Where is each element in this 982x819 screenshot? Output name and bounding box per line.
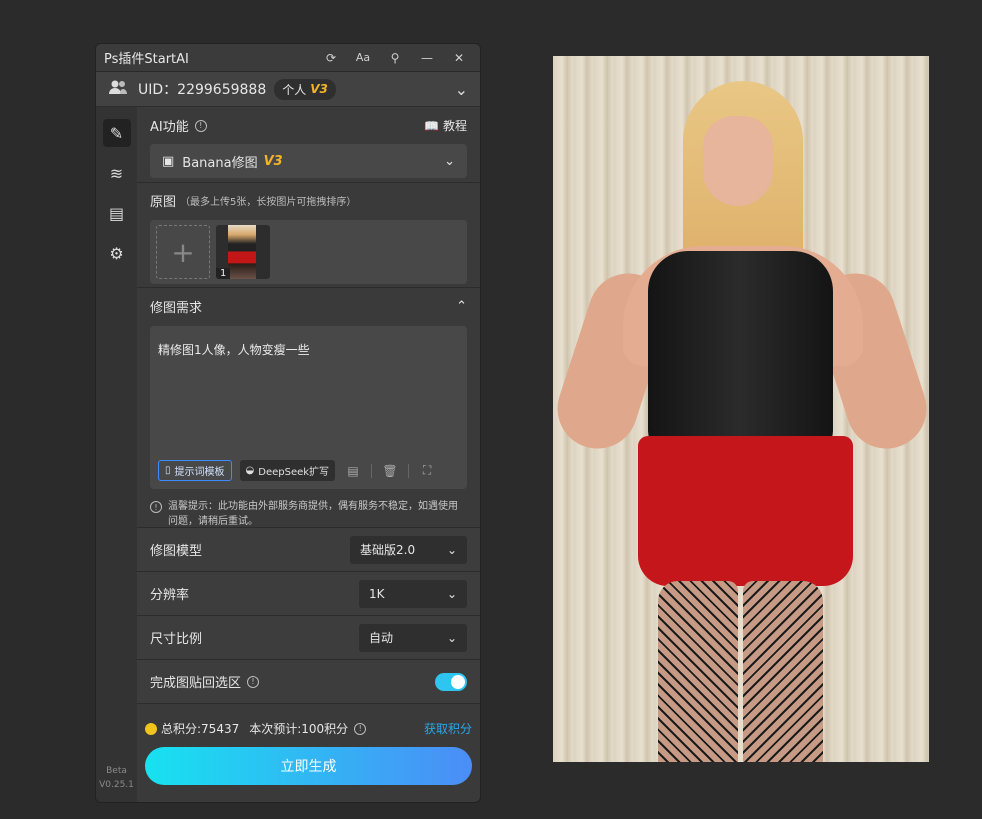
ai-function-label: AI功能 (150, 120, 189, 135)
prompt-template-button[interactable]: ▯ 提示词模板 (158, 460, 232, 481)
user-bar[interactable]: UID：2299659888 个人 V3 ⌄ (96, 72, 480, 107)
original-image-section: 原图 （最多上传5张，长按图片可拖拽排序） + 1 (137, 183, 480, 288)
image-upload-area: + 1 (150, 220, 467, 284)
users-icon (108, 79, 128, 99)
trash-icon[interactable]: 🗑 (380, 461, 400, 481)
paste-back-row: 完成图贴回选区 ! (137, 660, 480, 704)
edit-icon[interactable]: ✎ (102, 119, 131, 147)
image-icon: ▣ (162, 153, 175, 169)
model-row: 修图模型 基础版2.0 ⌄ (137, 528, 480, 572)
plan-version: V3 (310, 82, 328, 96)
chevron-down-icon: ⌄ (446, 630, 457, 645)
refresh-icon[interactable]: ⟳ (318, 48, 344, 68)
plan-label: 个人 (282, 82, 307, 97)
credits-estimate: 本次预计:100积分 (249, 722, 349, 736)
photo-corset (648, 251, 833, 451)
title-bar: Ps插件StartAI ⟳ Aa ⚲ — ✕ (96, 44, 480, 72)
requirement-section: 修图需求 ⌃ 精修图1人像，人物变瘦一些 ▯ 提示词模板 ◒ DeepSeek扩… (137, 288, 480, 528)
credits-total: 总积分:75437 (161, 722, 240, 736)
chevron-down-icon: ⌄ (446, 542, 457, 557)
tutorial-label: 教程 (442, 119, 467, 133)
photo-face (703, 116, 773, 206)
chevron-up-icon[interactable]: ⌃ (456, 299, 467, 314)
version-beta: Beta (106, 766, 127, 776)
requirement-label: 修图需求 (150, 301, 203, 316)
resolution-select[interactable]: 1K ⌄ (359, 579, 467, 608)
window-title: Ps插件StartAI (104, 52, 189, 67)
tutorial-link[interactable]: 📖 教程 (424, 117, 467, 134)
thumbnail-index: 1 (216, 268, 231, 279)
notice: ! 温馨提示：此功能由外部服务商提供，偶有服务不稳定，如遇使用问题，请稍后重试。 (150, 499, 467, 529)
canvas-photo (553, 56, 929, 762)
get-credits-link[interactable]: 获取积分 (424, 720, 472, 737)
photo-leg-left (658, 581, 738, 762)
chevron-down-icon[interactable]: ⌄ (455, 80, 468, 99)
model-value: 基础版2.0 (360, 543, 416, 557)
generate-button[interactable]: 立即生成 (145, 747, 472, 785)
divider (371, 463, 373, 478)
ai-function-section: AI功能 ! 📖 教程 ▣ Banana修图 V3 ⌄ (137, 107, 480, 183)
expand-icon[interactable]: ⛶ (417, 461, 437, 481)
image-thumbnail[interactable]: 1 (216, 225, 270, 279)
font-size-icon[interactable]: Aa (350, 48, 376, 68)
startai-panel: Ps插件StartAI ⟳ Aa ⚲ — ✕ UID：2299659888 个人… (95, 43, 481, 803)
ratio-label: 尺寸比例 (150, 632, 203, 647)
function-version: V3 (263, 153, 283, 169)
resolution-value: 1K (369, 586, 385, 601)
uid-label: UID：2299659888 (138, 82, 267, 98)
layers-icon[interactable]: ≋ (103, 159, 131, 187)
divider (408, 463, 410, 478)
requirement-textarea[interactable]: 精修图1人像，人物变瘦一些 ▯ 提示词模板 ◒ DeepSeek扩写 ▤ 🗑 ⛶ (150, 326, 467, 489)
notice-text: 温馨提示：此功能由外部服务商提供，偶有服务不稳定，如遇使用问题，请稍后重试。 (168, 501, 458, 527)
requirement-toolbar: ▯ 提示词模板 ◒ DeepSeek扩写 ▤ 🗑 ⛶ (158, 460, 459, 481)
original-hint: （最多上传5张，长按图片可拖拽排序） (180, 197, 357, 208)
paste-back-label: 完成图贴回选区 (150, 676, 242, 691)
main-content: AI功能 ! 📖 教程 ▣ Banana修图 V3 ⌄ 原图 （最多上传5张，长… (137, 107, 480, 802)
resolution-label: 分辨率 (150, 588, 190, 603)
photo-skirt (638, 436, 853, 586)
credits-row: 总积分:75437 本次预计:100积分 ! 获取积分 (145, 720, 472, 737)
prompt-template-label: 提示词模板 (174, 467, 225, 478)
chevron-down-icon: ⌄ (446, 586, 457, 601)
paste-back-toggle[interactable] (435, 672, 467, 691)
clipboard-icon[interactable]: ▤ (103, 199, 131, 227)
ratio-select[interactable]: 自动 ⌄ (359, 623, 467, 652)
ratio-value: 自动 (369, 631, 394, 645)
sidebar: ✎ ≋ ▤ ⚙ Beta V0.25.1 (96, 107, 137, 802)
template-icon: ▯ (165, 465, 171, 476)
footer: 总积分:75437 本次预计:100积分 ! 获取积分 立即生成 (137, 712, 480, 802)
version-number: V0.25.1 (99, 780, 134, 790)
resolution-row: 分辨率 1K ⌄ (137, 572, 480, 616)
original-label: 原图 (150, 195, 177, 210)
minimize-icon[interactable]: — (414, 48, 440, 68)
info-icon[interactable]: ! (354, 722, 367, 735)
deepseek-button[interactable]: ◒ DeepSeek扩写 (239, 460, 336, 481)
thumbnail-image (228, 225, 256, 279)
deepseek-label: DeepSeek扩写 (258, 467, 330, 478)
info-icon[interactable]: ! (194, 119, 207, 132)
model-select[interactable]: 基础版2.0 ⌄ (350, 535, 467, 564)
selected-function: Banana修图 (182, 155, 258, 171)
settings-icon[interactable]: ⚙ (103, 239, 131, 267)
add-image-button[interactable]: + (156, 225, 210, 279)
coin-icon (145, 722, 157, 735)
photo-leg-right (743, 581, 823, 762)
history-icon[interactable]: ▤ (343, 461, 363, 481)
requirement-text[interactable]: 精修图1人像，人物变瘦一些 (158, 341, 459, 358)
whale-icon: ◒ (245, 465, 255, 476)
ai-function-select[interactable]: ▣ Banana修图 V3 ⌄ (150, 144, 467, 178)
book-icon: 📖 (424, 118, 439, 133)
info-icon: ! (150, 501, 162, 513)
plan-badge: 个人 V3 (274, 78, 336, 100)
version-label: Beta V0.25.1 (96, 764, 137, 792)
model-label: 修图模型 (150, 544, 203, 559)
pin-icon[interactable]: ⚲ (382, 48, 408, 68)
close-icon[interactable]: ✕ (446, 48, 472, 68)
info-icon[interactable]: ! (247, 675, 260, 688)
chevron-down-icon: ⌄ (444, 153, 455, 169)
ratio-row: 尺寸比例 自动 ⌄ (137, 616, 480, 660)
